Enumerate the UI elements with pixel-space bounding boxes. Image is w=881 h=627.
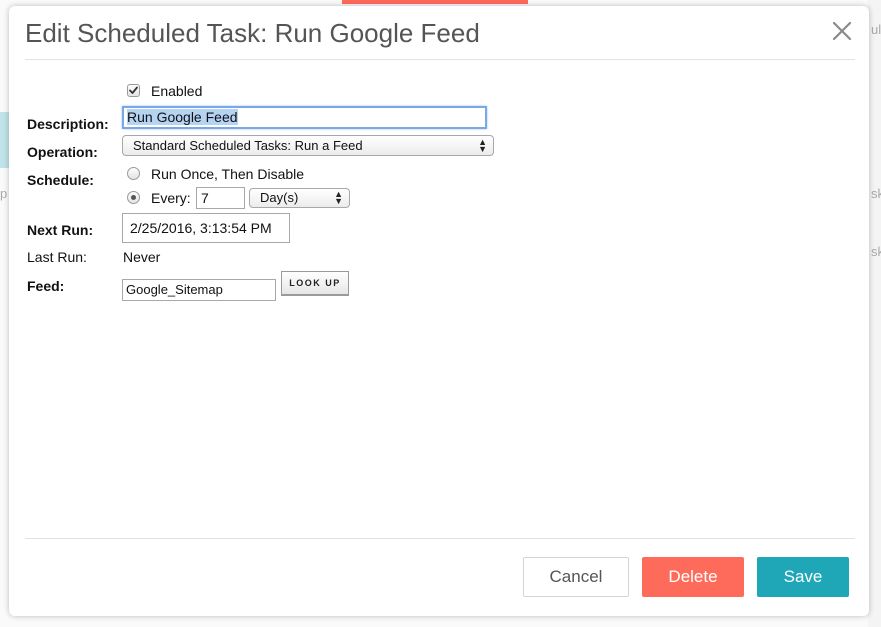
- feed-input[interactable]: Google_Sitemap: [122, 279, 276, 301]
- operation-label: Operation:: [27, 144, 98, 160]
- description-input[interactable]: Run Google Feed: [122, 106, 487, 129]
- header-divider: [25, 59, 855, 60]
- next-run-input[interactable]: 2/25/2016, 3:13:54 PM: [122, 213, 290, 243]
- background-text-fragment: sk: [871, 186, 881, 201]
- every-interval-input[interactable]: 7: [196, 187, 245, 209]
- operation-select[interactable]: Standard Scheduled Tasks: Run a Feed ▲ ▼: [122, 135, 494, 156]
- close-icon: [832, 21, 852, 41]
- feed-label: Feed:: [27, 278, 65, 294]
- background-text-fragment: ul: [871, 22, 881, 37]
- close-button[interactable]: [829, 18, 855, 44]
- save-button[interactable]: Save: [757, 557, 849, 597]
- select-arrows-icon: ▲ ▼: [478, 136, 487, 154]
- next-run-label: Next Run:: [27, 222, 94, 238]
- background-text-fragment: p: [0, 186, 8, 201]
- operation-selected-value: Standard Scheduled Tasks: Run a Feed: [133, 138, 363, 153]
- run-once-radio[interactable]: [127, 167, 140, 180]
- interval-unit-select[interactable]: Day(s) ▲ ▼: [249, 188, 350, 208]
- delete-button[interactable]: Delete: [642, 557, 744, 597]
- background-accent-bar: [342, 0, 528, 4]
- background-right-column: [868, 0, 881, 627]
- footer-divider: [25, 538, 855, 539]
- every-label: Every:: [151, 190, 191, 206]
- schedule-label: Schedule:: [27, 172, 94, 188]
- description-value: Run Google Feed: [127, 109, 238, 125]
- checkmark-icon: [129, 86, 138, 94]
- background-text-fragment: sk: [871, 244, 881, 259]
- last-run-label: Last Run:: [27, 249, 87, 265]
- select-arrows-icon: ▲ ▼: [334, 189, 343, 206]
- run-once-label: Run Once, Then Disable: [151, 166, 305, 182]
- interval-unit-value: Day(s): [260, 190, 299, 205]
- enabled-checkbox[interactable]: [127, 84, 140, 97]
- every-radio[interactable]: [127, 191, 140, 204]
- edit-task-dialog: Edit Scheduled Task: Run Google Feed Ena…: [9, 6, 869, 616]
- dialog-title: Edit Scheduled Task: Run Google Feed: [25, 18, 480, 48]
- enabled-label: Enabled: [151, 83, 203, 99]
- last-run-value: Never: [123, 249, 161, 265]
- description-label: Description:: [27, 116, 109, 132]
- lookup-button[interactable]: LOOK UP: [281, 271, 349, 296]
- cancel-button[interactable]: Cancel: [523, 557, 629, 597]
